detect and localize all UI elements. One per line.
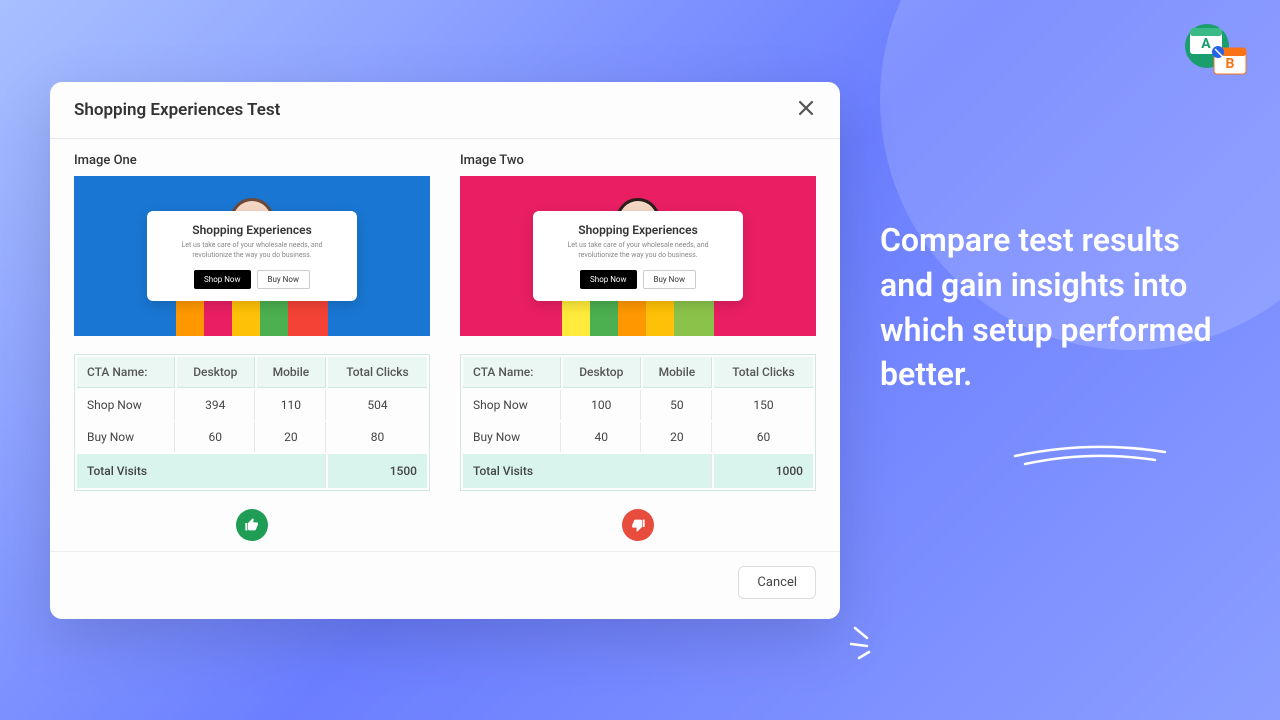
- variant-a-results-table: CTA Name: Desktop Mobile Total Clicks Sh…: [74, 354, 430, 491]
- variant-a-label: Image One: [74, 153, 430, 168]
- modal-footer: Cancel: [50, 551, 840, 619]
- underline-swoosh-icon: [1010, 438, 1170, 468]
- col-total: Total Clicks: [714, 357, 813, 388]
- close-button[interactable]: [796, 98, 816, 122]
- col-mobile: Mobile: [257, 357, 326, 388]
- hero-card: Shopping Experiences Let us take care of…: [533, 211, 743, 300]
- modal-header: Shopping Experiences Test: [50, 82, 840, 139]
- thumbs-up-icon: [236, 509, 268, 541]
- hero-card: Shopping Experiences Let us take care of…: [147, 211, 357, 300]
- col-cta: CTA Name:: [463, 357, 561, 388]
- buy-now-button[interactable]: Buy Now: [643, 270, 696, 289]
- col-mobile: Mobile: [643, 357, 712, 388]
- hero-card-subtitle: Let us take care of your wholesale needs…: [553, 241, 723, 259]
- cancel-button[interactable]: Cancel: [738, 566, 816, 599]
- total-visits-row: Total Visits 1500: [77, 454, 427, 488]
- variant-b-results-table: CTA Name: Desktop Mobile Total Clicks Sh…: [460, 354, 816, 491]
- modal-title: Shopping Experiences Test: [74, 100, 280, 120]
- results-modal: Shopping Experiences Test Image One: [50, 82, 840, 619]
- hero-card-subtitle: Let us take care of your wholesale needs…: [167, 241, 337, 259]
- variant-b-label: Image Two: [460, 153, 816, 168]
- table-row: Shop Now 394 110 504: [77, 390, 427, 420]
- accent-lines-icon: [845, 620, 895, 670]
- table-row: Buy Now 60 20 80: [77, 422, 427, 452]
- total-visits-row: Total Visits 1000: [463, 454, 813, 488]
- hero-card-title: Shopping Experiences: [553, 223, 723, 237]
- variant-b-hero: Shopping Experiences Let us take care of…: [460, 176, 816, 336]
- marketing-headline: Compare test results and gain insights i…: [880, 218, 1220, 397]
- table-row: Buy Now 40 20 60: [463, 422, 813, 452]
- variant-a-verdict: [74, 509, 430, 541]
- buy-now-button[interactable]: Buy Now: [257, 270, 310, 289]
- shop-now-button[interactable]: Shop Now: [580, 270, 636, 289]
- variant-b: Image Two Shopping Experiences Let us ta…: [460, 153, 816, 541]
- close-icon: [796, 96, 816, 124]
- col-cta: CTA Name:: [77, 357, 175, 388]
- svg-text:B: B: [1226, 56, 1235, 72]
- col-desktop: Desktop: [563, 357, 641, 388]
- ab-test-logo-icon: A B: [1182, 18, 1252, 82]
- col-desktop: Desktop: [177, 357, 255, 388]
- variant-a: Image One Shopping Experiences Let us ta…: [74, 153, 430, 541]
- col-total: Total Clicks: [328, 357, 427, 388]
- thumbs-down-icon: [622, 509, 654, 541]
- variant-a-hero: Shopping Experiences Let us take care of…: [74, 176, 430, 336]
- svg-text:A: A: [1201, 36, 1211, 52]
- table-row: Shop Now 100 50 150: [463, 390, 813, 420]
- hero-card-title: Shopping Experiences: [167, 223, 337, 237]
- shop-now-button[interactable]: Shop Now: [194, 270, 250, 289]
- modal-body: Image One Shopping Experiences Let us ta…: [50, 139, 840, 551]
- variant-b-verdict: [460, 509, 816, 541]
